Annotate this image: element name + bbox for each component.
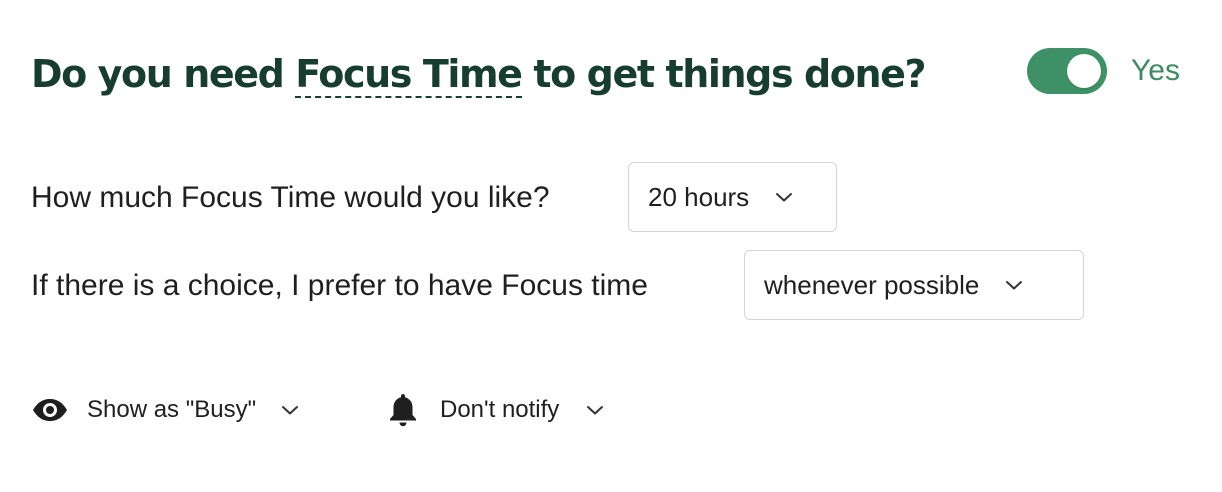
focus-time-term[interactable]: Focus Time — [295, 52, 523, 98]
page-title: Do you need Focus Time to get things don… — [31, 46, 927, 102]
eye-icon — [33, 399, 67, 421]
focus-amount-label: How much Focus Time would you like? — [31, 181, 550, 214]
notification-label: Don't notify — [440, 396, 560, 423]
focus-preference-select[interactable]: whenever possible — [744, 250, 1084, 320]
focus-amount-select[interactable]: 20 hours — [628, 162, 837, 232]
title-suffix: to get things done? — [521, 52, 926, 96]
toggle-knob — [1067, 54, 1101, 88]
bell-icon — [390, 394, 416, 427]
toggle-label: Yes — [1131, 54, 1180, 87]
busy-status-dropdown[interactable]: Show as "Busy" — [32, 389, 299, 431]
chevron-down-icon — [1006, 281, 1023, 290]
focus-time-settings: Do you need Focus Time to get things don… — [0, 0, 1222, 492]
chevron-down-icon — [282, 406, 299, 415]
chevron-down-icon — [587, 406, 604, 415]
busy-status-label: Show as "Busy" — [87, 396, 257, 423]
notification-dropdown[interactable]: Don't notify — [388, 389, 604, 431]
chevron-down-icon — [776, 193, 793, 202]
title-prefix: Do you need — [31, 52, 296, 96]
focus-time-toggle[interactable] — [1027, 48, 1107, 94]
focus-amount-value: 20 hours — [648, 181, 750, 212]
focus-preference-label: If there is a choice, I prefer to have F… — [31, 269, 648, 302]
focus-preference-value: whenever possible — [764, 269, 980, 300]
